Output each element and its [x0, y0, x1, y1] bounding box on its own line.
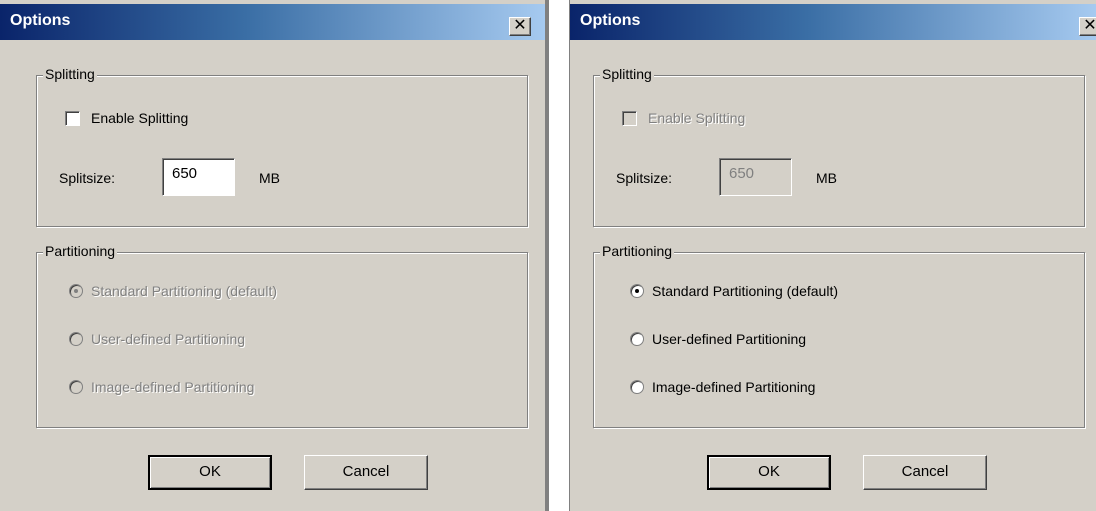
- options-dialog-2: Options ✕ Splitting Enable Splitting Spl…: [569, 0, 1096, 511]
- partitioning-legend: Partitioning: [43, 243, 118, 259]
- splitting-legend: Splitting: [43, 66, 97, 82]
- radio-standard-partitioning[interactable]: Standard Partitioning (default): [630, 283, 838, 299]
- cancel-button[interactable]: Cancel: [304, 455, 428, 490]
- radio-button[interactable]: [630, 284, 644, 298]
- close-button[interactable]: ✕: [1079, 17, 1096, 36]
- splitsize-label: Splitsize:: [616, 170, 673, 186]
- enable-splitting-label: Enable Splitting: [91, 110, 189, 126]
- radio-button[interactable]: [69, 380, 83, 394]
- enable-splitting-checkbox-row[interactable]: Enable Splitting: [622, 110, 745, 126]
- radio-label: User-defined Partitioning: [652, 331, 807, 347]
- partitioning-group: Partitioning Standard Partitioning (defa…: [593, 243, 1085, 428]
- radio-image-defined-partitioning[interactable]: Image-defined Partitioning: [69, 379, 254, 395]
- cancel-button[interactable]: Cancel: [863, 455, 987, 490]
- radio-image-defined-partitioning[interactable]: Image-defined Partitioning: [630, 379, 815, 395]
- splitting-group: Splitting Enable Splitting Splitsize: 65…: [593, 66, 1085, 227]
- partitioning-legend: Partitioning: [600, 243, 675, 259]
- ok-button[interactable]: OK: [707, 455, 831, 490]
- ok-button[interactable]: OK: [148, 455, 272, 490]
- close-button[interactable]: ✕: [509, 17, 531, 36]
- radio-label: Image-defined Partitioning: [652, 379, 816, 395]
- splitsize-input[interactable]: 650: [162, 158, 235, 196]
- radio-user-defined-partitioning[interactable]: User-defined Partitioning: [630, 331, 806, 347]
- radio-button[interactable]: [69, 332, 83, 346]
- title-bar[interactable]: Options ✕: [570, 4, 1096, 40]
- dialog-title: Options: [10, 12, 71, 29]
- options-dialog-1: Options ✕ Splitting Enable Splitting Spl…: [0, 0, 549, 511]
- radio-label: Image-defined Partitioning: [91, 379, 255, 395]
- enable-splitting-checkbox-row[interactable]: Enable Splitting: [65, 110, 188, 126]
- title-bar[interactable]: Options ✕: [0, 4, 545, 40]
- radio-button[interactable]: [69, 284, 83, 298]
- partitioning-group: Partitioning Standard Partitioning (defa…: [36, 243, 528, 428]
- enable-splitting-label: Enable Splitting: [648, 110, 746, 126]
- enable-splitting-checkbox[interactable]: [622, 110, 637, 126]
- splitsize-input[interactable]: 650: [719, 158, 792, 196]
- radio-user-defined-partitioning[interactable]: User-defined Partitioning: [69, 331, 245, 347]
- radio-button[interactable]: [630, 380, 644, 394]
- enable-splitting-checkbox[interactable]: [65, 110, 80, 126]
- splitsize-unit: MB: [259, 170, 280, 186]
- radio-label: User-defined Partitioning: [91, 331, 246, 347]
- splitting-legend: Splitting: [600, 66, 654, 82]
- dialog-title: Options: [580, 12, 641, 29]
- close-icon: ✕: [1083, 17, 1096, 34]
- radio-label: Standard Partitioning (default): [652, 283, 838, 299]
- radio-button[interactable]: [630, 332, 644, 346]
- splitting-group: Splitting Enable Splitting Splitsize: 65…: [36, 66, 528, 227]
- splitsize-unit: MB: [816, 170, 837, 186]
- radio-label: Standard Partitioning (default): [91, 283, 277, 299]
- splitsize-label: Splitsize:: [59, 170, 116, 186]
- close-icon: ✕: [513, 17, 527, 34]
- radio-standard-partitioning[interactable]: Standard Partitioning (default): [69, 283, 277, 299]
